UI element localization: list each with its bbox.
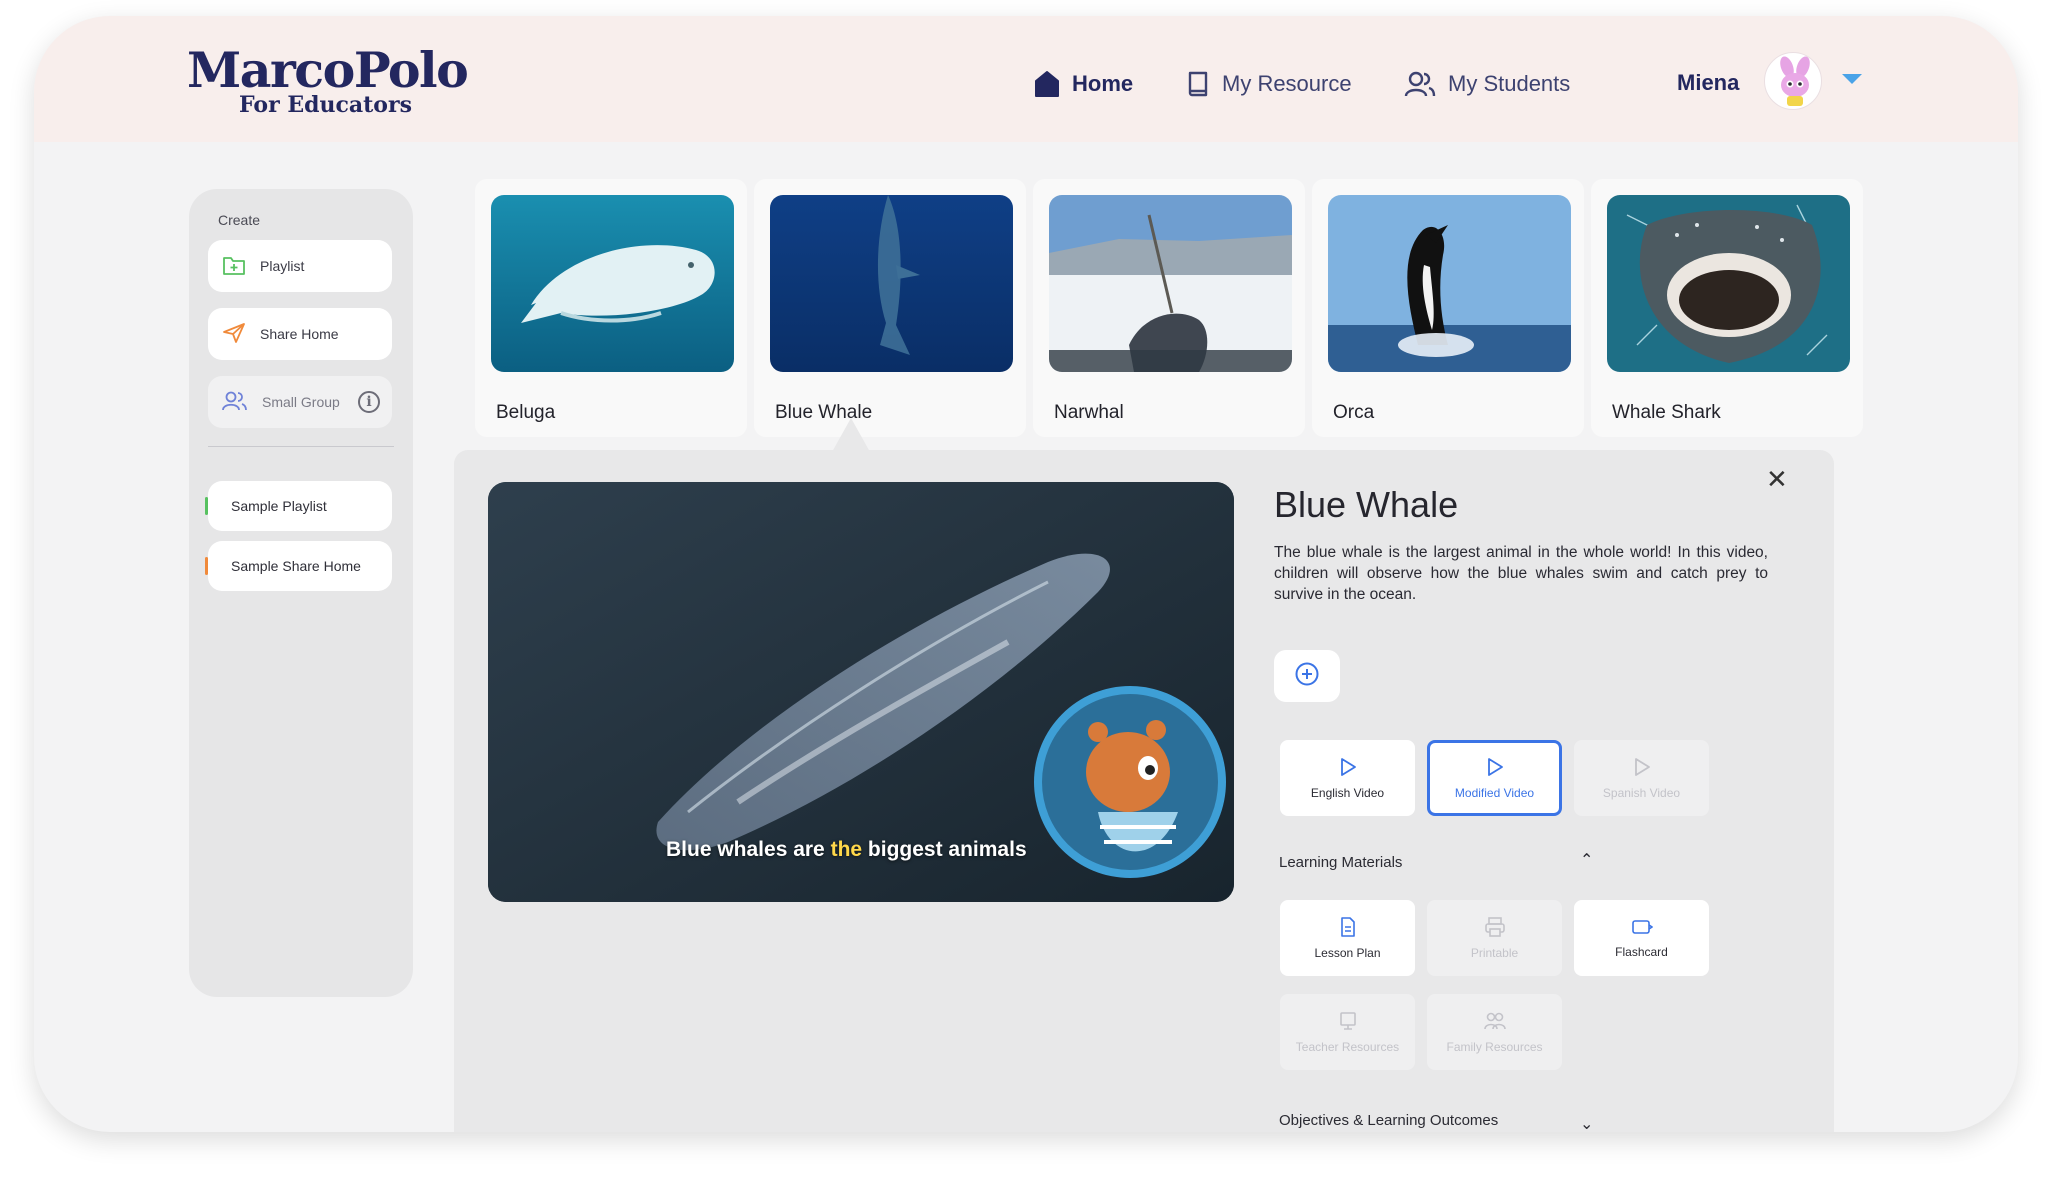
app-frame: MarcoPolo For Educators Home My Resource…: [34, 16, 2018, 1132]
caption-text-before: Blue whales are: [666, 838, 831, 861]
family-resources-button[interactable]: Family Resources: [1427, 994, 1562, 1070]
home-icon: [1034, 70, 1060, 98]
close-icon[interactable]: ✕: [1766, 466, 1788, 492]
video-caption: Blue whales are the biggest animals: [666, 838, 1027, 862]
marcopolo-logo[interactable]: MarcoPolo For Educators: [187, 41, 469, 116]
modified-video-label: Modified Video: [1454, 785, 1535, 800]
plus-circle-icon: [1294, 661, 1320, 692]
sidebar-item-sample-playlist[interactable]: Sample Playlist: [205, 481, 392, 531]
logo-main-text: MarcoPolo: [187, 41, 469, 99]
sidebar: Create Playlist Share Home Small Group i…: [189, 189, 413, 997]
family-resources-label: Family Resources: [1446, 1039, 1543, 1054]
flashcard-icon: [1631, 918, 1653, 939]
user-name[interactable]: Miena: [1677, 70, 1739, 96]
create-small-group-button[interactable]: Small Group i: [208, 376, 392, 428]
create-label: Create: [218, 212, 261, 228]
teacher-resources-button[interactable]: Teacher Resources: [1280, 994, 1415, 1070]
group-icon: [222, 390, 248, 415]
detail-description: The blue whale is the largest animal in …: [1274, 544, 1768, 603]
nav-home-label: Home: [1072, 71, 1134, 96]
create-playlist-label: Playlist: [260, 258, 305, 274]
detail-panel: ✕ Blue whales are the biggest animals Bl…: [454, 450, 1834, 1132]
whale-shark-image: [1607, 195, 1850, 372]
nav-my-students-label: My Students: [1448, 71, 1571, 96]
flashcard-button[interactable]: Flashcard: [1574, 900, 1709, 976]
play-icon: [1633, 757, 1651, 780]
card-blue-whale[interactable]: Blue Whale: [754, 179, 1026, 437]
card-name: Beluga: [496, 402, 556, 423]
nav-home[interactable]: Home: [1034, 63, 1133, 105]
book-icon: [1186, 70, 1210, 98]
add-to-playlist-button[interactable]: [1274, 650, 1340, 702]
teacher-resources-label: Teacher Resources: [1295, 1039, 1400, 1054]
create-share-home-button[interactable]: Share Home: [208, 308, 392, 360]
caption-text-after: biggest animals: [862, 838, 1027, 861]
nav-my-students[interactable]: My Students: [1404, 63, 1570, 105]
nav-my-resource[interactable]: My Resource: [1186, 63, 1352, 105]
printable-label: Printable: [1470, 945, 1519, 960]
english-video-label: English Video: [1310, 785, 1385, 800]
create-share-home-label: Share Home: [260, 326, 339, 342]
spanish-video-label: Spanish Video: [1602, 785, 1681, 800]
chevron-up-icon[interactable]: ⌃: [1580, 850, 1593, 870]
printable-button[interactable]: Printable: [1427, 900, 1562, 976]
caption-highlight: the: [830, 838, 863, 861]
video-player[interactable]: Blue whales are the biggest animals: [488, 482, 1234, 902]
card-whale-shark[interactable]: Whale Shark: [1591, 179, 1863, 437]
chevron-down-icon[interactable]: ⌄: [1580, 1114, 1593, 1132]
top-header: MarcoPolo For Educators Home My Resource…: [34, 16, 2018, 142]
selected-card-pointer: [832, 418, 870, 452]
objectives-heading[interactable]: Objectives & Learning Outcomes: [1279, 1112, 1498, 1129]
flashcard-label: Flashcard: [1615, 944, 1668, 959]
students-icon: [1404, 70, 1436, 98]
send-icon: [222, 322, 246, 347]
sidebar-divider: [208, 446, 394, 447]
card-orca[interactable]: Orca: [1312, 179, 1584, 437]
detail-title: Blue Whale: [1274, 484, 1459, 525]
play-icon: [1486, 757, 1504, 780]
play-icon: [1339, 757, 1357, 780]
create-small-group-label: Small Group: [262, 394, 340, 410]
teacher-board-icon: [1338, 1011, 1358, 1034]
sidebar-item-sample-share-home[interactable]: Sample Share Home: [205, 541, 392, 591]
orca-image: [1328, 195, 1571, 372]
card-name: Orca: [1333, 402, 1375, 423]
info-icon[interactable]: i: [358, 391, 380, 413]
user-menu-chevron-down-icon[interactable]: [1842, 74, 1862, 84]
lesson-plan-label: Lesson Plan: [1314, 945, 1381, 960]
beluga-image: [491, 195, 734, 372]
playlist-folder-icon: [222, 254, 246, 279]
document-icon: [1339, 916, 1357, 940]
card-narwhal[interactable]: Narwhal: [1033, 179, 1305, 437]
lesson-plan-button[interactable]: Lesson Plan: [1280, 900, 1415, 976]
narwhal-image: [1049, 195, 1292, 372]
learning-materials-heading[interactable]: Learning Materials: [1279, 854, 1402, 871]
blue-whale-image: [770, 195, 1013, 372]
family-icon: [1483, 1011, 1507, 1034]
spanish-video-button[interactable]: Spanish Video: [1574, 740, 1709, 816]
printer-icon: [1484, 916, 1506, 940]
user-avatar[interactable]: [1764, 52, 1822, 110]
card-name: Narwhal: [1054, 402, 1124, 423]
english-video-button[interactable]: English Video: [1280, 740, 1415, 816]
card-name: Whale Shark: [1612, 402, 1721, 423]
nav-my-resource-label: My Resource: [1222, 71, 1352, 96]
create-playlist-button[interactable]: Playlist: [208, 240, 392, 292]
card-beluga[interactable]: Beluga: [475, 179, 747, 437]
modified-video-button[interactable]: Modified Video: [1427, 740, 1562, 816]
